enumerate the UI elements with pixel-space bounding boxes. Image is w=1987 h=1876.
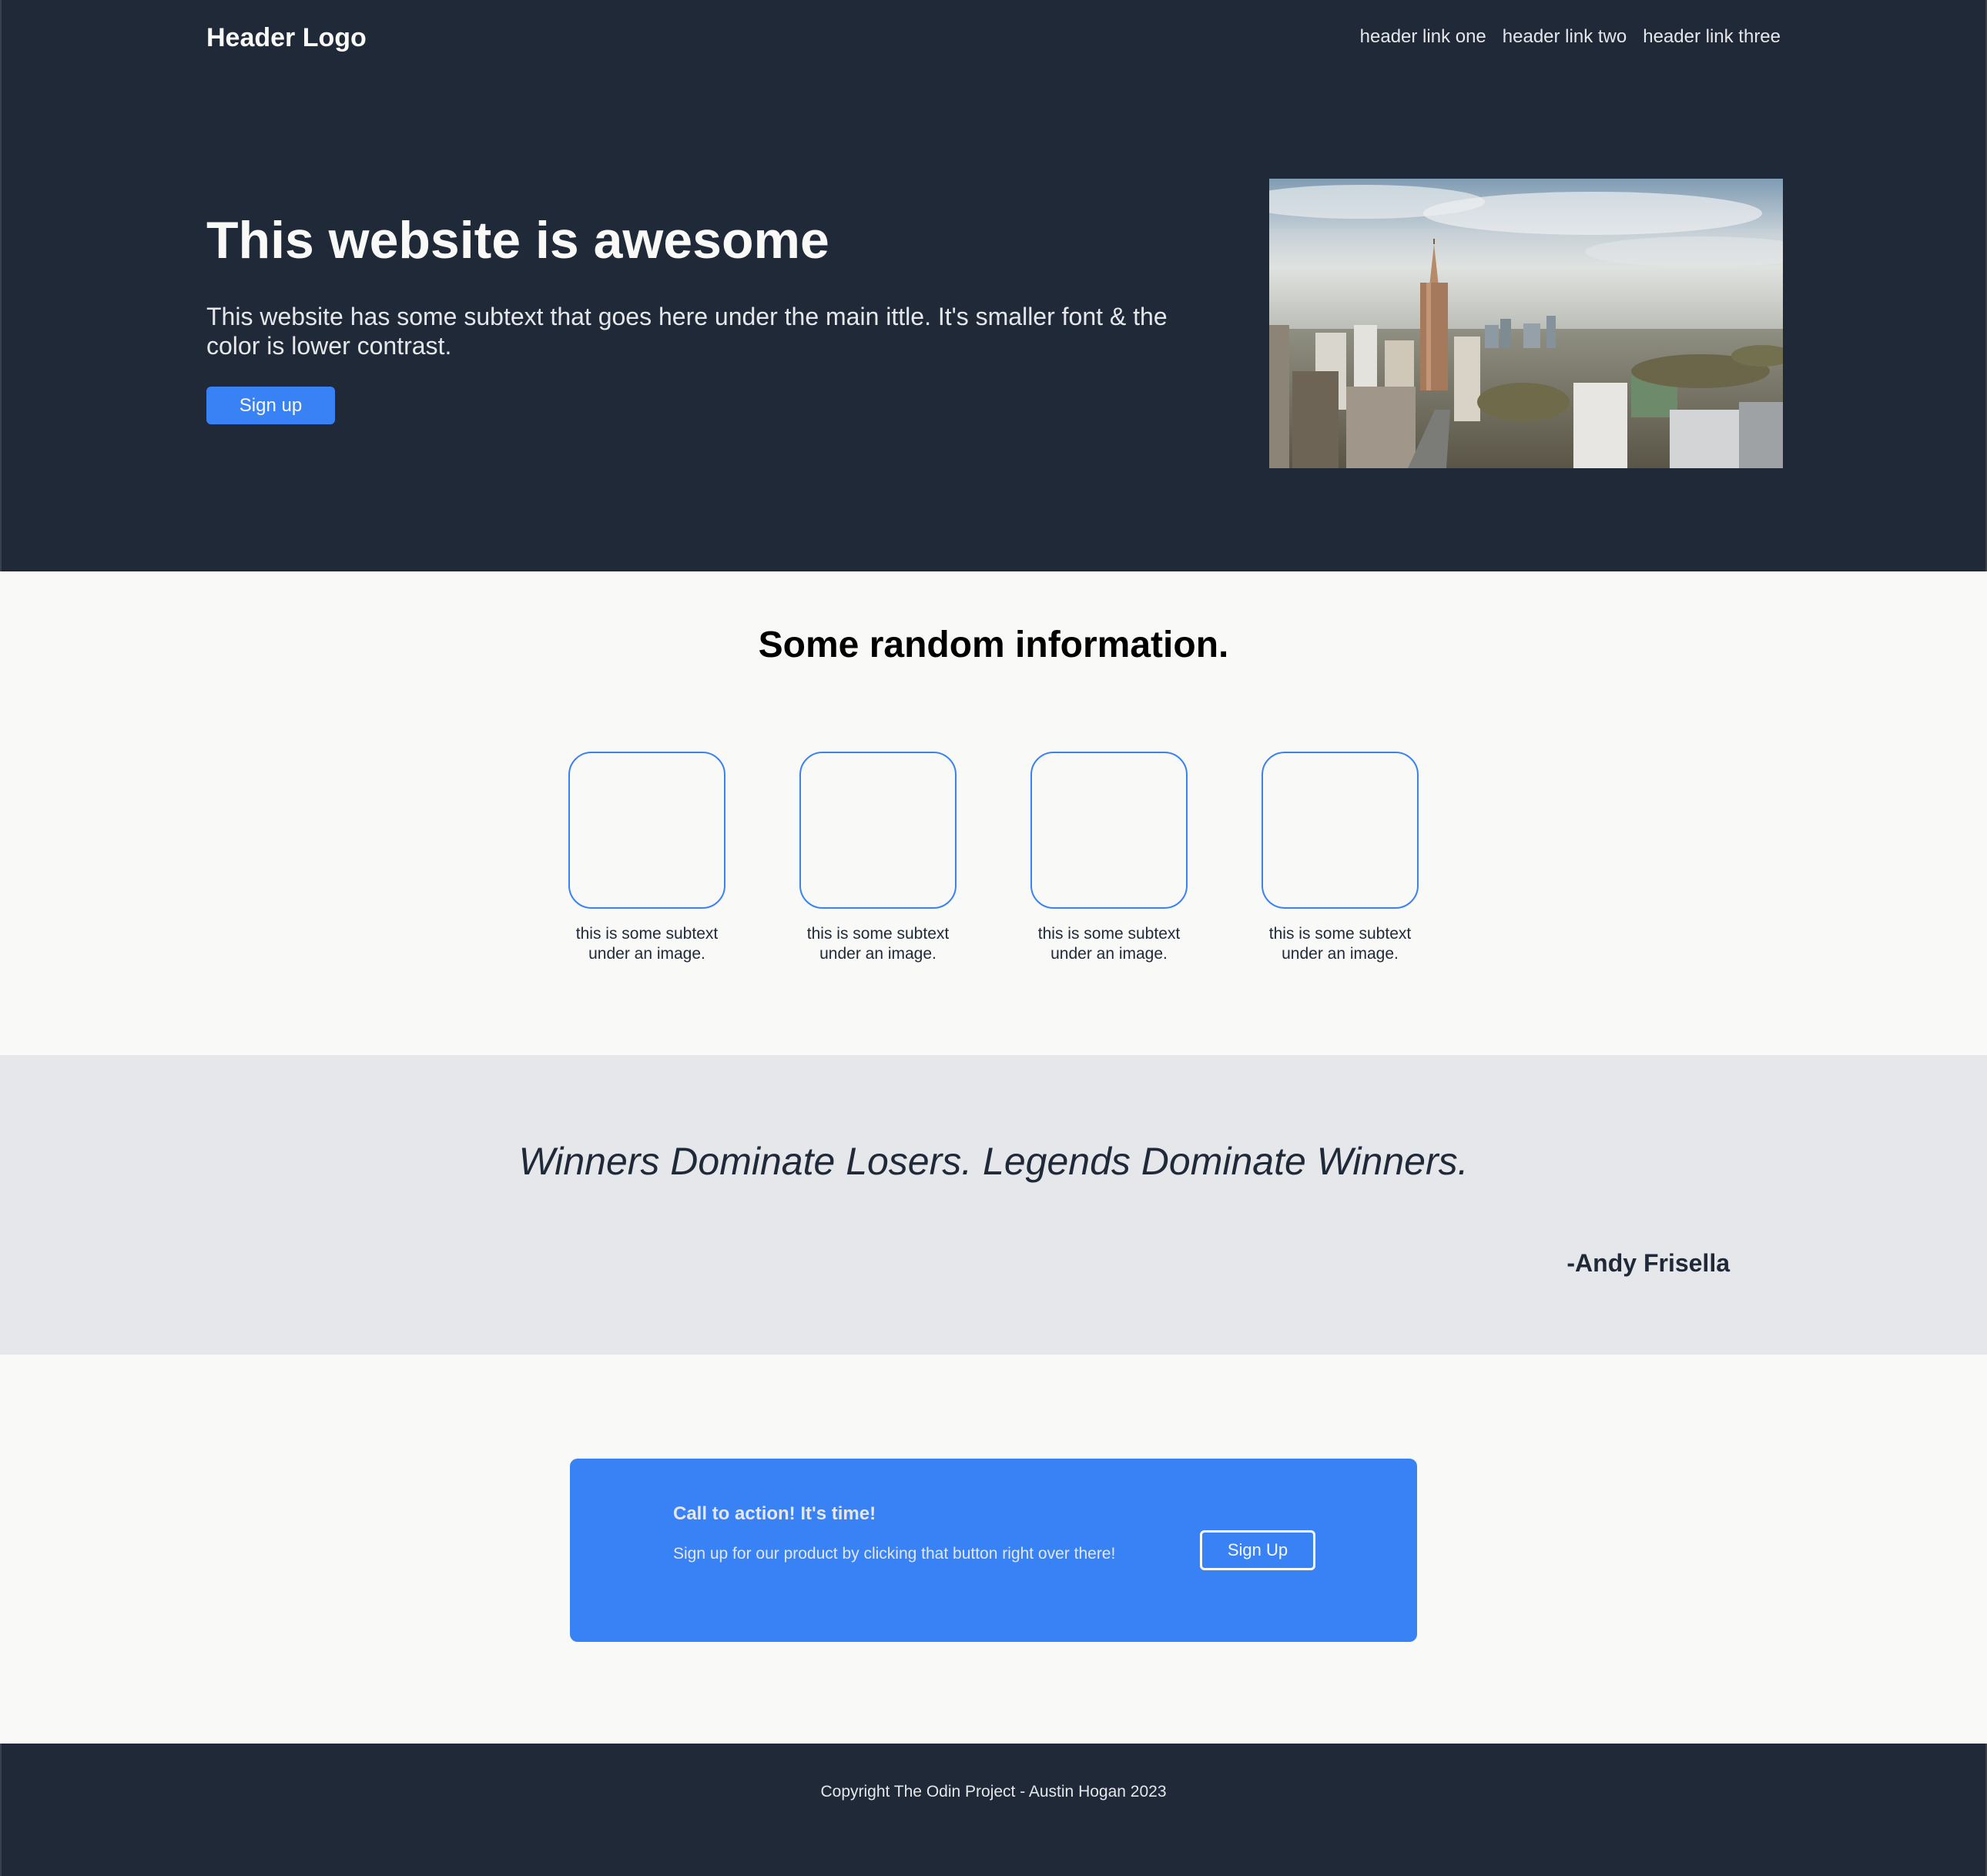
city-skyline-photo xyxy=(1269,179,1783,468)
info-title: Some random information. xyxy=(758,625,1229,665)
header-link-two[interactable]: header link two xyxy=(1503,23,1627,51)
card-image-placeholder xyxy=(1262,752,1419,909)
header-logo[interactable]: Header Logo xyxy=(206,20,367,55)
cta-box: Call to action! It's time! Sign up for o… xyxy=(570,1459,1417,1642)
header-link-one[interactable]: header link one xyxy=(1360,23,1486,51)
card-image-placeholder xyxy=(799,752,957,909)
quote-text: Winners Dominate Losers. Legends Dominat… xyxy=(518,1140,1469,1183)
card-image-placeholder xyxy=(1030,752,1188,909)
hero-image xyxy=(1269,179,1783,468)
quote-section: Winners Dominate Losers. Legends Dominat… xyxy=(0,1055,1987,1355)
hero-subtext: This website has some subtext that goes … xyxy=(206,303,1168,360)
header-nav: header link one header link two header l… xyxy=(1360,23,1781,51)
card-subtext: this is some subtext under an image. xyxy=(575,925,719,963)
card-subtext: this is some subtext under an image. xyxy=(1037,925,1181,963)
hero-signup-button[interactable]: Sign up xyxy=(206,387,335,424)
card-subtext: this is some subtext under an image. xyxy=(806,925,950,963)
footer-copyright: Copyright The Odin Project - Austin Hoga… xyxy=(820,1783,1167,1801)
hero-section: Header Logo header link one header link … xyxy=(0,0,1987,571)
cta-signup-button[interactable]: Sign Up xyxy=(1200,1530,1315,1570)
hero-title: This website is awesome xyxy=(206,211,829,270)
cta-heading: Call to action! It's time! xyxy=(673,1503,876,1524)
info-card: this is some subtext under an image. xyxy=(568,752,725,964)
info-section: Some random information. this is some su… xyxy=(0,571,1987,1055)
info-card: this is some subtext under an image. xyxy=(1030,752,1188,964)
card-image-placeholder xyxy=(568,752,725,909)
info-card: this is some subtext under an image. xyxy=(1262,752,1419,964)
header-link-three[interactable]: header link three xyxy=(1643,23,1781,51)
info-card: this is some subtext under an image. xyxy=(799,752,957,964)
quote-author: -Andy Frisella xyxy=(1566,1249,1730,1277)
footer: Copyright The Odin Project - Austin Hoga… xyxy=(0,1744,1987,1876)
cta-section: Call to action! It's time! Sign up for o… xyxy=(0,1355,1987,1744)
info-cards: this is some subtext under an image. thi… xyxy=(568,752,1419,964)
cta-text: Sign up for our product by clicking that… xyxy=(673,1545,1116,1563)
card-subtext: this is some subtext under an image. xyxy=(1268,925,1412,963)
